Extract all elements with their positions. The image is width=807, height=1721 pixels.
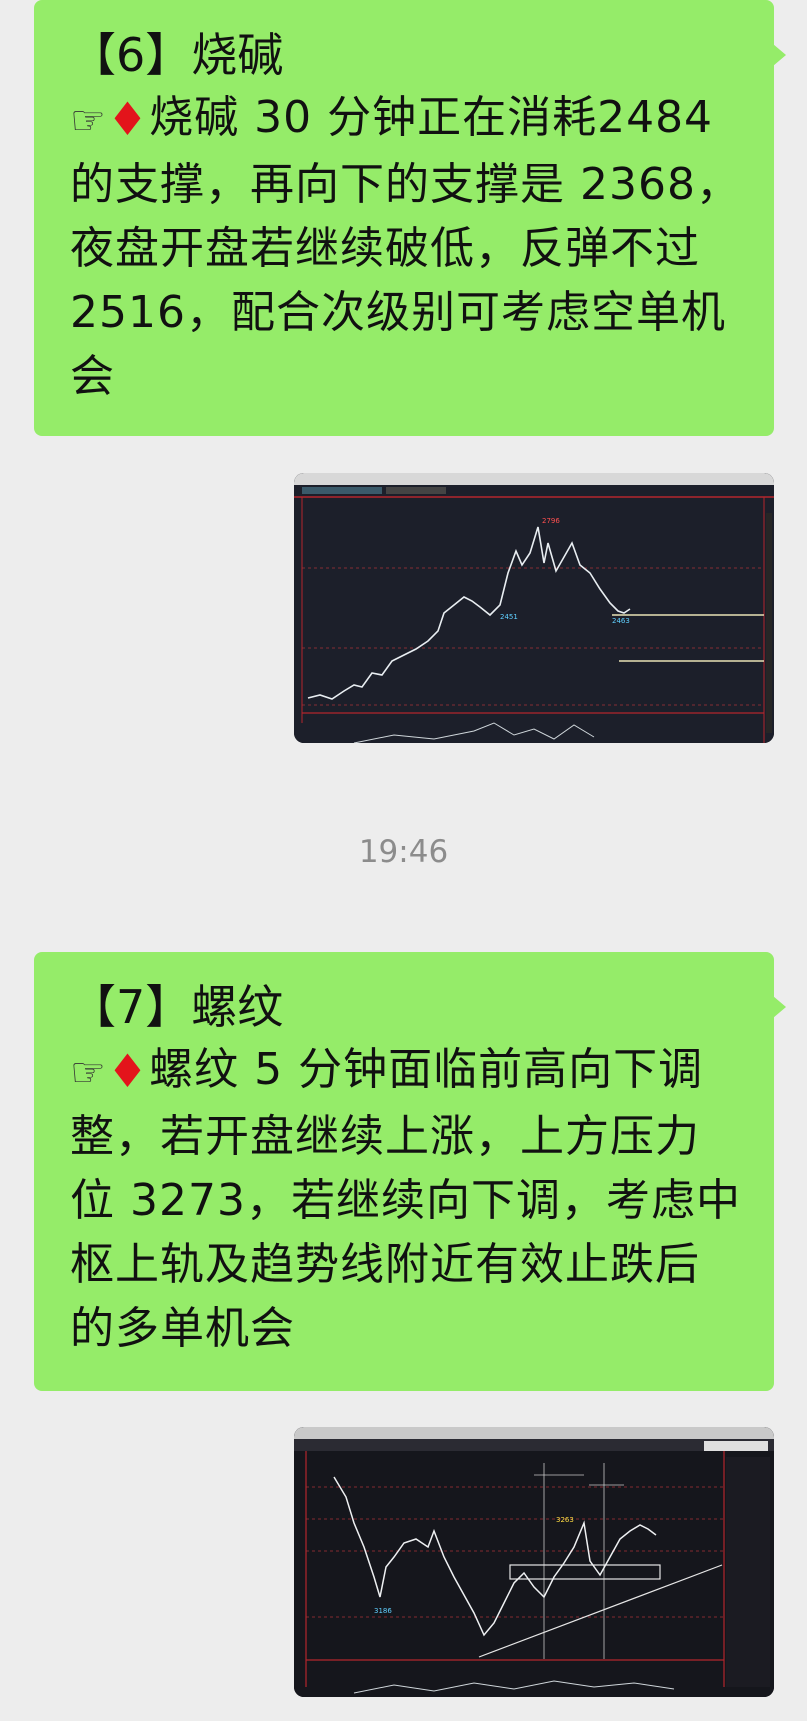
chart-screenshot-image[interactable]: 3263 3186	[294, 1427, 774, 1697]
red-diamond-icon: ♦	[106, 92, 150, 146]
svg-text:3263: 3263	[556, 1516, 574, 1524]
pointing-hand-icon: ☞	[70, 98, 107, 144]
pointing-hand-icon: ☞	[70, 1050, 107, 1096]
bubble-tail	[773, 996, 786, 1018]
svg-text:2451: 2451	[500, 613, 518, 621]
svg-text:2796: 2796	[542, 517, 560, 525]
bubble-tail	[773, 44, 786, 66]
message-bubble-6[interactable]: 【6】烧碱 ☞♦烧碱 30 分钟正在消耗2484 的支撑，再向下的支撑是 236…	[34, 0, 786, 436]
svg-text:3186: 3186	[374, 1607, 392, 1615]
message-text-line1: 螺纹 5 分钟面临前高向下	[149, 1044, 659, 1095]
message-title: 【6】烧碱	[70, 28, 284, 82]
timestamp: 19:46	[358, 834, 449, 870]
red-diamond-icon: ♦	[106, 1044, 150, 1098]
svg-text:2463: 2463	[612, 617, 630, 625]
message-text-line1: 烧碱 30 分钟正在消耗	[149, 92, 598, 143]
chart-screenshot-image[interactable]: 2796 2451 2463	[294, 473, 774, 743]
message-bubble-7[interactable]: 【7】螺纹 ☞♦螺纹 5 分钟面临前高向下调整，若开盘继续上涨，上方压力位 32…	[34, 952, 786, 1391]
message-title: 【7】螺纹	[70, 980, 284, 1034]
message-body: ☞♦烧碱 30 分钟正在消耗2484 的支撑，再向下的支撑是 2368，夜盘开盘…	[70, 86, 744, 409]
message-body: ☞♦螺纹 5 分钟面临前高向下调整，若开盘继续上涨，上方压力位 3273，若继续…	[70, 1038, 744, 1361]
